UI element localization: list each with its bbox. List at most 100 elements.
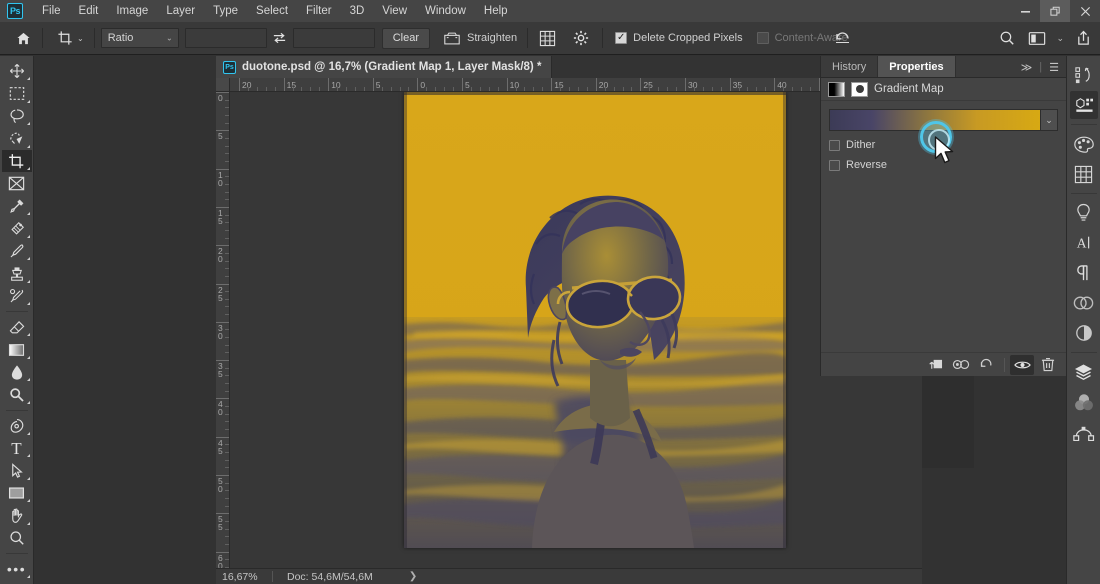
menu-layer[interactable]: Layer (157, 2, 204, 20)
toggle-visibility-icon[interactable] (1010, 354, 1034, 375)
panel-menu-icon[interactable]: ☰ (1049, 61, 1059, 74)
menu-help[interactable]: Help (475, 2, 517, 20)
dither-checkbox[interactable]: Dither (829, 139, 1058, 151)
dodge-tool[interactable] (2, 384, 32, 406)
gradient-preview-bar[interactable] (829, 109, 1041, 131)
spot-healing-brush-tool[interactable] (2, 218, 32, 240)
menu-filter[interactable]: Filter (297, 2, 341, 20)
status-expand-arrow[interactable]: ❯ (409, 571, 417, 582)
path-selection-tool[interactable] (2, 460, 32, 482)
ruler-minor-tick (310, 87, 312, 91)
pen-tool[interactable] (2, 415, 32, 437)
document-tab-duotone[interactable]: Ps duotone.psd @ 16,7% (Gradient Map 1, … (216, 56, 553, 78)
menu-select[interactable]: Select (247, 2, 297, 20)
workspace-icon[interactable] (1024, 26, 1050, 50)
home-icon[interactable] (10, 26, 36, 50)
ruler-minor-tick (225, 199, 229, 201)
menu-edit[interactable]: Edit (70, 2, 108, 20)
rectangle-tool[interactable] (2, 482, 32, 504)
channels-panel-icon[interactable] (1070, 388, 1098, 416)
tab-properties[interactable]: Properties (878, 56, 956, 77)
crop-tool[interactable] (1, 150, 32, 172)
menu-window[interactable]: Window (416, 2, 475, 20)
straighten-label[interactable]: Straighten (467, 32, 517, 44)
swatches-panel-icon[interactable] (1070, 160, 1098, 188)
menu-view[interactable]: View (373, 2, 416, 20)
share-icon[interactable] (1070, 26, 1096, 50)
eraser-tool[interactable] (2, 316, 32, 338)
rectangular-marquee-tool[interactable] (2, 83, 32, 105)
crop-height-input[interactable] (292, 28, 375, 48)
menu-type[interactable]: Type (204, 2, 247, 20)
ruler-minor-tick (337, 87, 339, 91)
artboard-image[interactable] (389, 92, 808, 548)
ruler-minor-tick (225, 390, 229, 392)
ruler-minor-tick (225, 505, 229, 507)
layer-mask-icon[interactable] (851, 81, 868, 97)
minimize-button[interactable] (1010, 0, 1040, 22)
crop-ratio-select[interactable]: Ratio ⌄ (100, 28, 179, 48)
type-tool[interactable]: T (2, 437, 32, 459)
move-tool[interactable] (2, 60, 32, 82)
grid-overlay-icon[interactable] (534, 26, 560, 50)
ruler-minor-tick (225, 122, 229, 124)
object-selection-tool[interactable] (2, 128, 32, 150)
history-brush-tool[interactable] (2, 285, 32, 307)
paths-panel-icon[interactable] (1070, 418, 1098, 446)
character-panel-icon[interactable]: A (1070, 229, 1098, 257)
frame-tool[interactable] (2, 173, 32, 195)
ruler-minor-tick (225, 337, 229, 339)
horizontal-ruler[interactable]: 2015105051015202530354045505560 (216, 78, 922, 92)
layer-comps-panel-icon[interactable] (1070, 319, 1098, 347)
reset-adjustment-icon[interactable] (975, 355, 999, 375)
swap-arrows-icon[interactable] (267, 26, 293, 50)
search-icon[interactable] (994, 26, 1020, 50)
gradient-thumbnail-icon[interactable] (828, 81, 845, 97)
paragraph-panel-icon[interactable] (1070, 259, 1098, 287)
tools-panel: T ••• (0, 56, 34, 584)
collapse-panel-icon[interactable]: ≫ (1021, 61, 1033, 74)
vertical-ruler[interactable]: 051 01 52 02 53 03 54 04 55 05 56 06 5 (216, 92, 230, 584)
menu-file[interactable]: File (33, 2, 70, 20)
ruler-label: 20 (242, 79, 252, 90)
gear-icon[interactable] (568, 26, 594, 50)
eyedropper-tool[interactable] (2, 195, 32, 217)
learn-panel-icon[interactable] (1070, 199, 1098, 227)
adjustments-panel-icon[interactable] (1070, 289, 1098, 317)
history-panel-icon[interactable] (1070, 61, 1098, 89)
clear-button[interactable]: Clear (381, 27, 430, 49)
ruler-corner[interactable] (216, 78, 230, 92)
properties-panel-icon[interactable] (1069, 91, 1098, 119)
menu-image[interactable]: Image (107, 2, 157, 20)
clip-to-layer-icon[interactable] (923, 355, 947, 375)
close-button[interactable] (1070, 0, 1100, 22)
clone-stamp-tool[interactable] (2, 263, 32, 285)
tool-preset-picker[interactable]: ⌄ (53, 28, 88, 49)
ruler-minor-tick (792, 87, 794, 91)
edit-toolbar-button[interactable]: ••• (2, 558, 32, 580)
brush-tool[interactable] (2, 240, 32, 262)
gradient-picker-chevron-icon[interactable]: ⌄ (1041, 109, 1058, 131)
ruler-minor-tick (225, 543, 229, 545)
restore-button[interactable] (1040, 0, 1070, 22)
gradient-tool[interactable] (2, 339, 32, 361)
reset-arrow-icon[interactable] (830, 26, 856, 50)
zoom-level[interactable]: 16,67% (216, 571, 272, 583)
blur-tool[interactable] (2, 361, 32, 383)
zoom-tool[interactable] (2, 527, 32, 549)
lasso-tool[interactable] (2, 105, 32, 127)
straighten-icon[interactable] (439, 26, 465, 50)
reverse-checkbox[interactable]: Reverse (829, 159, 1058, 171)
hand-tool[interactable] (2, 505, 32, 527)
menu-3d[interactable]: 3D (341, 2, 374, 20)
layers-panel-icon[interactable] (1070, 358, 1098, 386)
tab-history[interactable]: History (821, 56, 879, 77)
canvas-background[interactable] (230, 92, 922, 568)
chevron-down-icon[interactable]: ⌄ (1056, 33, 1064, 44)
delete-adjustment-icon[interactable] (1036, 355, 1060, 375)
delete-cropped-pixels-checkbox[interactable]: ✓ Delete Cropped Pixels (615, 32, 743, 44)
crop-width-input[interactable] (184, 28, 267, 48)
color-panel-icon[interactable] (1070, 130, 1098, 158)
view-previous-state-icon[interactable] (949, 355, 973, 375)
ruler-minor-tick (542, 87, 544, 91)
